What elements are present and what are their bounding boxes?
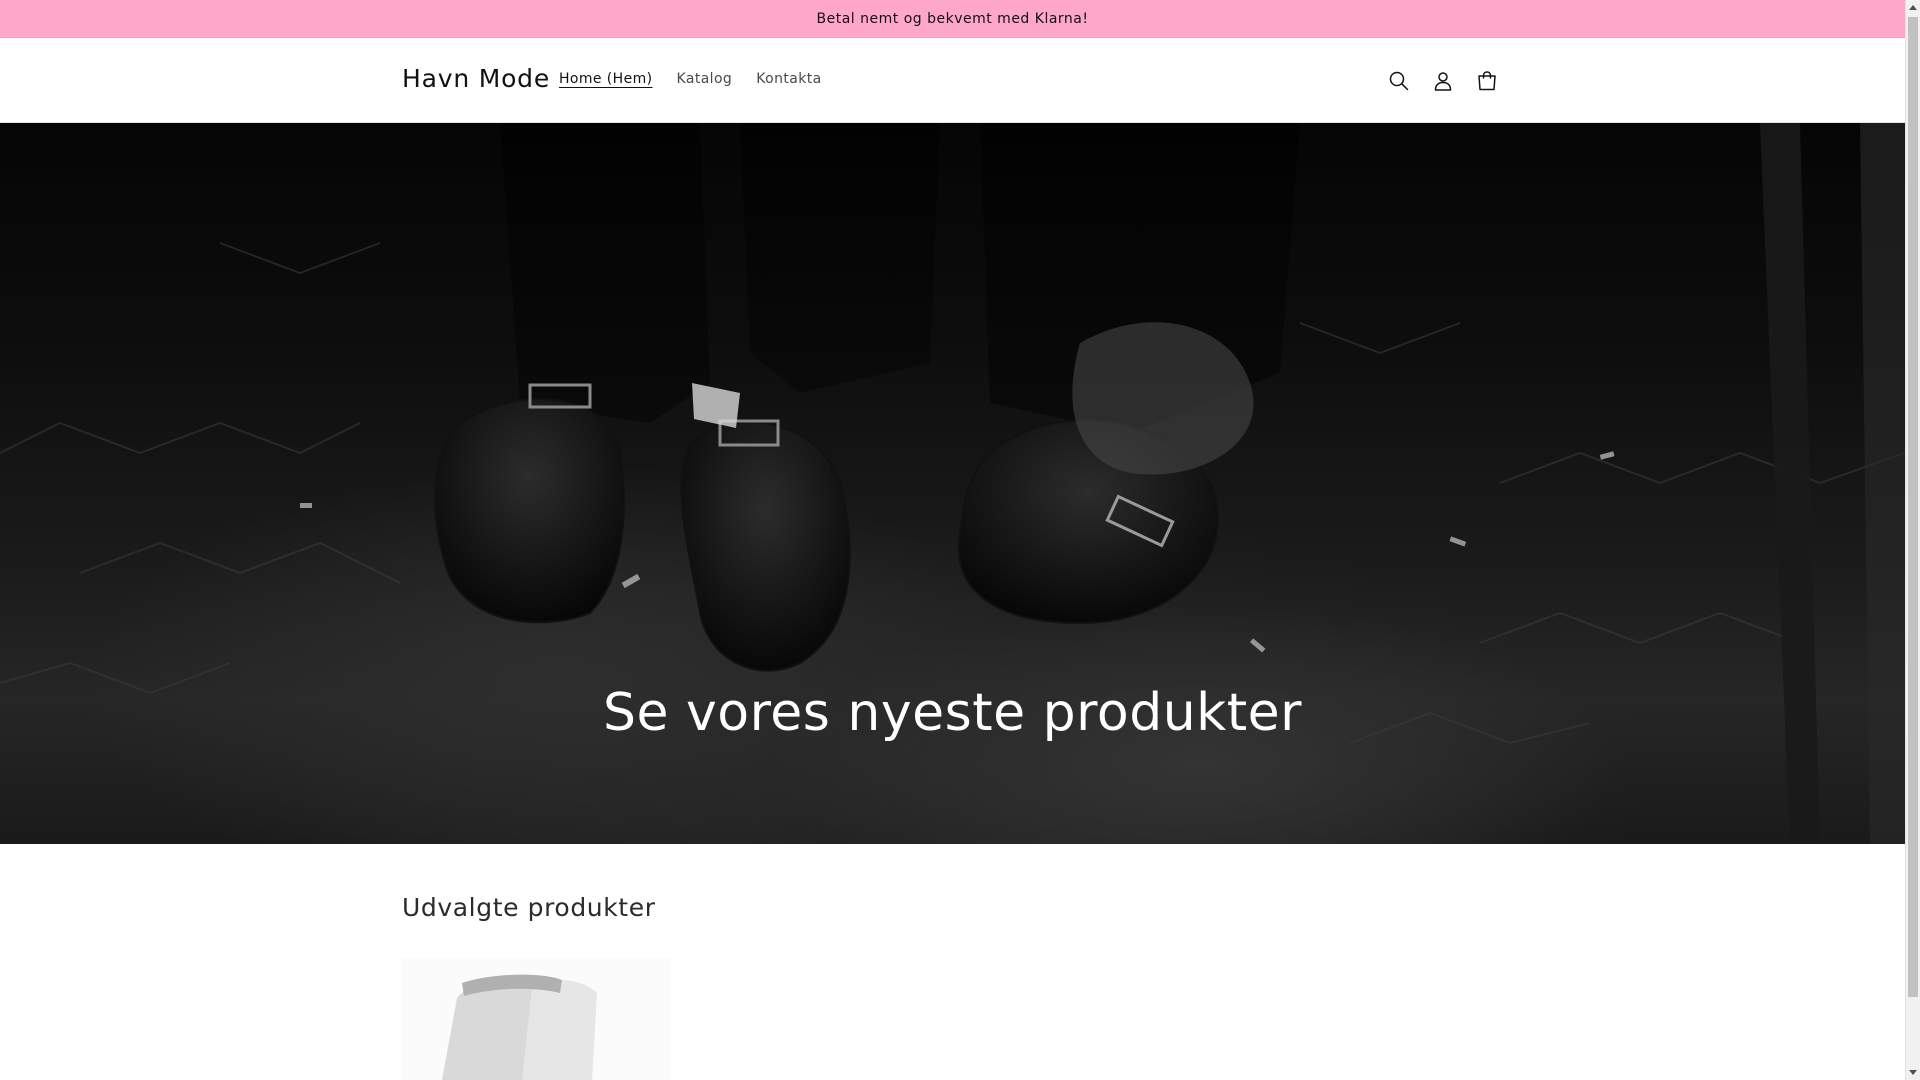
account-button[interactable] [1421, 62, 1465, 100]
hero-banner[interactable]: Se vores nyeste produkter [0, 123, 1905, 844]
scroll-down-icon[interactable] [1909, 1070, 1917, 1075]
nav-item-katalog[interactable]: Katalog [665, 70, 745, 88]
main-nav: Home (Hem) Katalog Kontakta [547, 70, 834, 88]
product-card[interactable] [402, 958, 670, 1080]
featured-products-title: Udvalgte produkter [402, 893, 656, 922]
scroll-thumb[interactable] [1908, 17, 1918, 997]
header-icons [1377, 62, 1509, 100]
store-logo[interactable]: Havn Mode [402, 64, 550, 93]
page: Betal nemt og bekvemt med Klarna! Havn M… [0, 0, 1905, 1080]
nav-item-kontakta[interactable]: Kontakta [744, 70, 833, 88]
announcement-text: Betal nemt og bekvemt med Klarna! [816, 10, 1089, 27]
search-icon [1389, 71, 1409, 91]
scroll-up-icon[interactable] [1909, 5, 1917, 10]
site-header: Havn Mode Home (Hem) Katalog Kontakta [0, 38, 1905, 123]
cart-button[interactable] [1465, 62, 1509, 100]
account-icon [1434, 72, 1452, 91]
cart-icon [1478, 71, 1496, 91]
announcement-bar: Betal nemt og bekvemt med Klarna! [0, 0, 1905, 38]
search-button[interactable] [1377, 62, 1421, 100]
hero-title: Se vores nyeste produkter [602, 683, 1303, 743]
nav-item-home[interactable]: Home (Hem) [547, 70, 665, 88]
product-image [402, 958, 670, 1080]
page-scrollbar[interactable] [1905, 0, 1920, 1080]
